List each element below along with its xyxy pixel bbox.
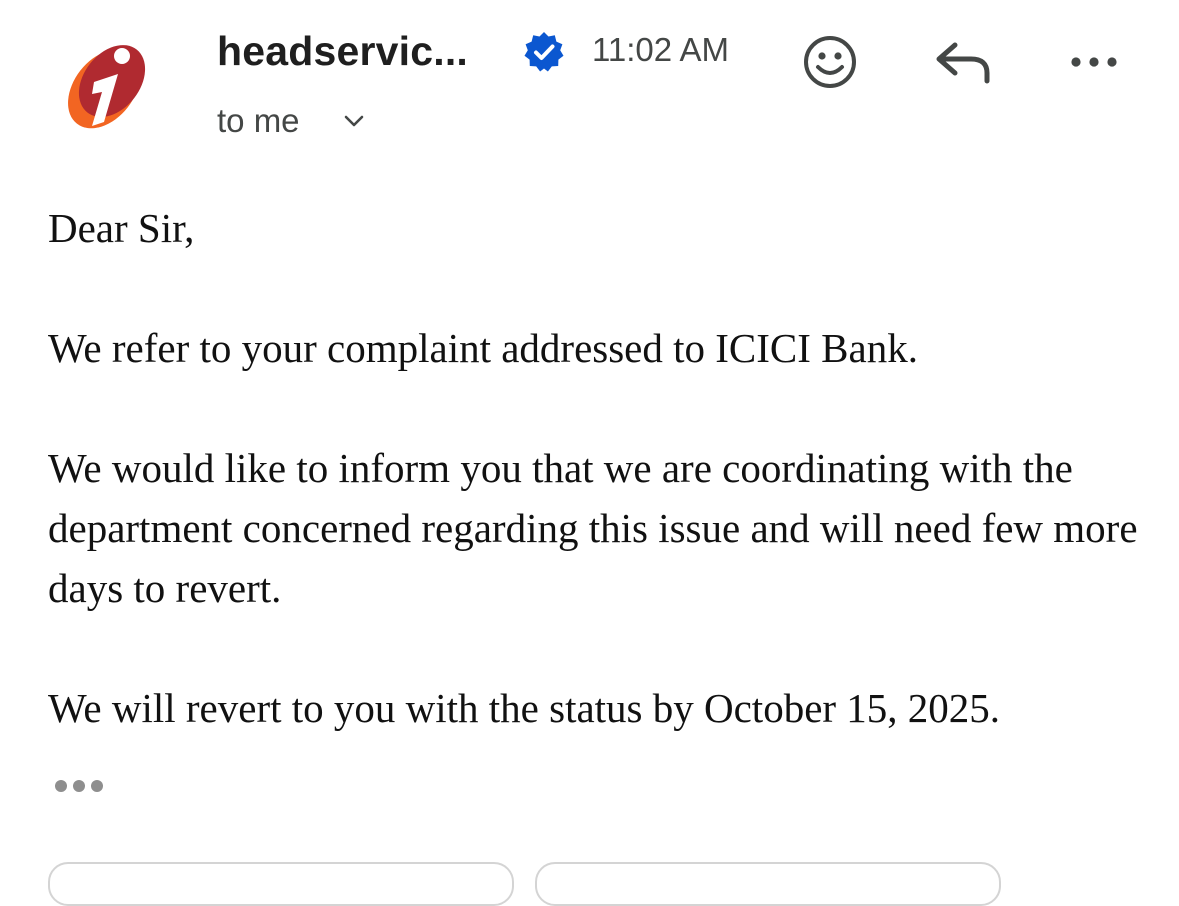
reply-action-button[interactable] [48,862,514,906]
more-options-icon [1071,57,1117,67]
emoji-reaction-icon [804,36,856,88]
forward-action-button[interactable] [535,862,1001,906]
chevron-down-icon[interactable] [340,110,368,132]
recipient-label[interactable]: to me [217,102,300,140]
sender-name[interactable]: headservic... [217,28,468,75]
show-trimmed-content-icon[interactable] [48,768,110,804]
dot [91,780,103,792]
email-body: Dear Sir, We refer to your complaint add… [48,198,1138,738]
email-paragraph: We will revert to you with the status by… [48,685,1001,731]
email-paragraph: We would like to inform you that we are … [48,445,1138,611]
email-header: headservic... 11:02 AM to me [0,0,1179,160]
dot [73,780,85,792]
reply-icon [936,42,990,84]
reply-button[interactable] [930,34,996,90]
email-greeting: Dear Sir, [48,205,195,251]
dot [55,780,67,792]
icici-logo [68,45,146,129]
verified-badge-icon [522,30,566,74]
more-options-button[interactable] [1064,40,1124,84]
add-reaction-button[interactable] [800,32,860,92]
sender-avatar[interactable] [56,34,156,134]
email-timestamp: 11:02 AM [592,31,729,68]
email-paragraph: We refer to your complaint addressed to … [48,325,918,371]
